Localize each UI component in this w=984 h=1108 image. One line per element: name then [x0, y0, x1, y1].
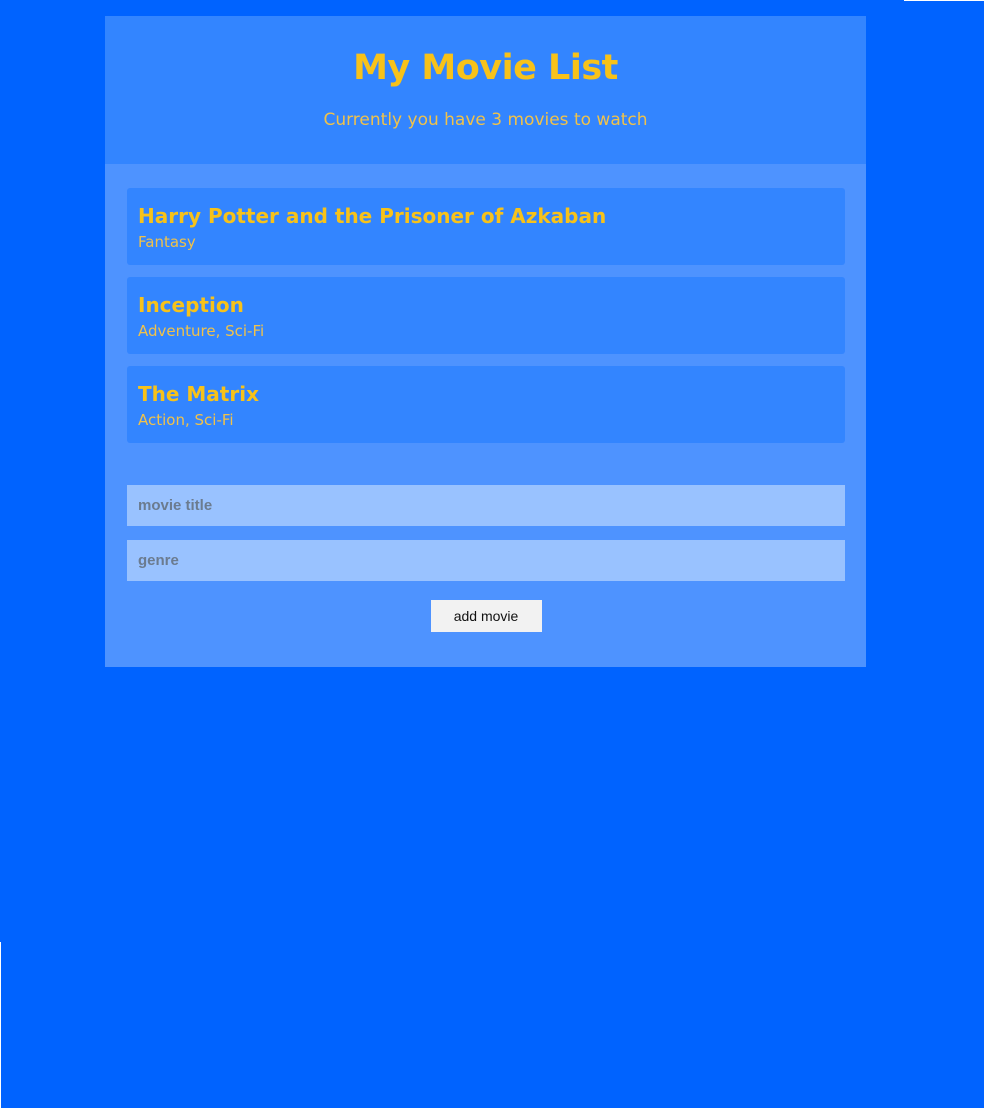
add-movie-button[interactable]: add movie [430, 600, 542, 632]
genre-input[interactable] [127, 540, 845, 581]
movie-genre: Adventure, Sci-Fi [138, 322, 265, 340]
movie-count-subtitle: Currently you have 3 movies to watch [323, 110, 648, 130]
movie-title: Inception [138, 293, 244, 317]
movie-genre: Fantasy [138, 233, 196, 251]
top-edge-line [904, 0, 984, 1]
movie-title-input[interactable] [127, 485, 845, 526]
page-title: My Movie List [353, 48, 618, 88]
app-header: My Movie List Currently you have 3 movie… [105, 16, 866, 164]
left-edge-line [0, 942, 1, 1108]
movie-card: Inception Adventure, Sci-Fi [127, 277, 845, 354]
movie-genre: Action, Sci-Fi [138, 411, 234, 429]
movie-list-app: My Movie List Currently you have 3 movie… [105, 16, 866, 667]
app-body: Harry Potter and the Prisoner of Azkaban… [105, 164, 866, 667]
movie-card: The Matrix Action, Sci-Fi [127, 366, 845, 443]
movie-title: The Matrix [138, 382, 259, 406]
movie-title: Harry Potter and the Prisoner of Azkaban [138, 204, 607, 228]
movie-list: Harry Potter and the Prisoner of Azkaban… [127, 188, 845, 443]
movie-card: Harry Potter and the Prisoner of Azkaban… [127, 188, 845, 265]
button-row: add movie [127, 600, 845, 632]
add-movie-form: add movie [127, 485, 845, 632]
